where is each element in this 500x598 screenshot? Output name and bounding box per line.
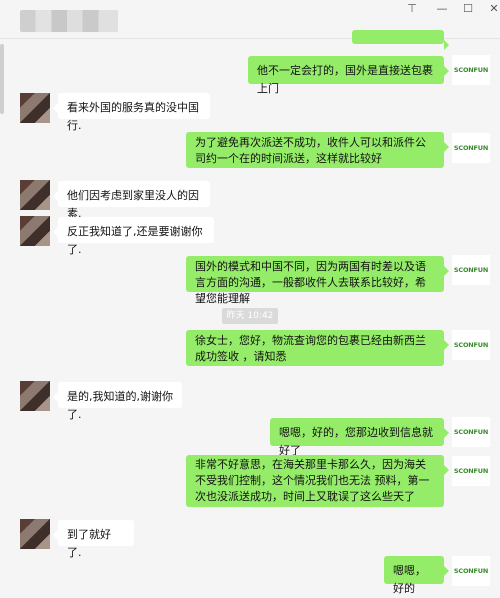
pin-icon[interactable]: ⊤ — [398, 0, 426, 16]
message-bubble-out: 他不一定会打的，国外是直接送包裹上门 — [248, 56, 449, 95]
contact-avatar[interactable] — [20, 381, 50, 411]
contact-avatar[interactable] — [20, 180, 50, 210]
minimize-button[interactable]: — — [428, 0, 456, 16]
my-avatar[interactable]: SCONFUN — [452, 330, 490, 360]
message-bubble-in: 到了就好了. — [53, 520, 134, 559]
my-avatar[interactable]: SCONFUN — [452, 255, 490, 285]
my-avatar[interactable]: SCONFUN — [452, 55, 490, 85]
message-bubble-out: 徐女士，您好，物流查询您的包裹已经由新西兰成功签收 ，请知悉 — [186, 330, 449, 366]
my-avatar[interactable]: SCONFUN — [452, 456, 490, 486]
message-bubble-in: 反正我知道了,还是要谢谢你了. — [53, 217, 214, 256]
message-bubble-out: 非常不好意思，在海关那里卡那么久，因为海关不受我们控制，这个情况我们也无法 预料… — [186, 455, 449, 507]
timestamp-label: 昨天 10:42 — [222, 308, 278, 324]
message-bubble-partial — [352, 30, 449, 50]
message-bubble-out: 国外的模式和中国不同，因为两国有时差以及语言方面的沟通，一般都收件人去联系比较好… — [186, 256, 449, 305]
message-bubble-in: 他们因考虑到家里没人的因素. — [53, 181, 210, 220]
contact-avatar[interactable] — [20, 93, 50, 123]
message-bubble-out: 嗯嗯，好的 — [384, 556, 449, 595]
message-bubble-in: 看来外国的服务真的没中国行. — [53, 93, 210, 132]
my-avatar[interactable]: SCONFUN — [452, 417, 490, 447]
maximize-button[interactable]: ☐ — [454, 0, 482, 16]
contact-avatar[interactable] — [20, 519, 50, 549]
contact-avatar[interactable] — [20, 216, 50, 246]
scrollbar[interactable] — [0, 44, 4, 114]
message-bubble-out: 为了避免再次派送不成功，收件人可以和派件公司约一个在的时间派送，这样就比较好 — [186, 132, 449, 168]
my-avatar[interactable]: SCONFUN — [452, 556, 490, 586]
my-avatar[interactable]: SCONFUN — [452, 133, 490, 163]
close-button[interactable]: ✕ — [480, 0, 500, 16]
message-bubble-in: 是的,我知道的,谢谢你了. — [53, 382, 182, 421]
chat-title-blurred — [20, 10, 118, 32]
message-bubble-out: 嗯嗯，好的，您那边收到信息就好了 — [270, 418, 449, 457]
